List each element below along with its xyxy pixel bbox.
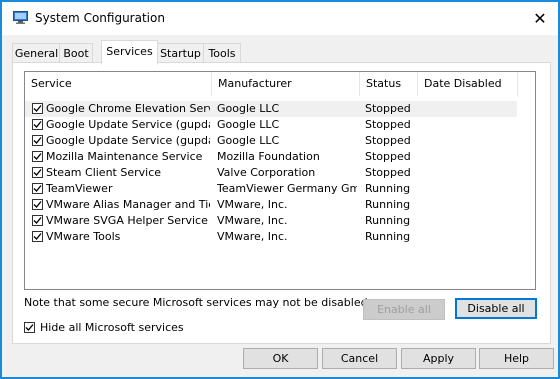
table-row[interactable]: Google Update Service (gupdate) Google L… [25,117,517,133]
checkmark-icon [33,201,42,208]
tab-boot[interactable]: Boot [59,43,93,63]
tab-strip: General Boot Services Startup Tools [12,40,552,65]
table-row[interactable]: VMware Alias Manager and Ticke... VMware… [25,197,517,213]
table-row[interactable]: TeamViewer TeamViewer Germany GmbH Runni… [25,181,517,197]
column-header-service[interactable]: Service [25,72,212,96]
service-name: TeamViewer [46,182,113,195]
service-name: Google Update Service (gupdate) [46,118,210,131]
table-row[interactable]: Mozilla Maintenance Service Mozilla Foun… [25,149,517,165]
service-status: Running [365,182,411,195]
tab-startup[interactable]: Startup [156,43,205,63]
list-header: Service Manufacturer Status Date Disable… [25,72,535,96]
service-date-disabled [423,149,513,165]
services-list[interactable]: Service Manufacturer Status Date Disable… [24,71,536,290]
service-status: Stopped [365,150,411,163]
service-name: Google Update Service (gupdatem) [46,134,210,147]
tab-general[interactable]: General [12,43,61,63]
service-date-disabled [423,181,513,197]
table-row[interactable]: Steam Client Service Valve Corporation S… [25,165,517,181]
service-manufacturer: Google LLC [217,118,280,131]
disable-all-button[interactable]: Disable all [455,298,537,319]
checkmark-icon [33,121,42,128]
cancel-button[interactable]: Cancel [322,348,397,369]
service-checkbox[interactable] [32,151,43,162]
service-checkbox[interactable] [32,103,43,114]
service-name: VMware Alias Manager and Ticke... [46,198,210,211]
service-date-disabled [423,133,513,149]
column-header-status[interactable]: Status [360,72,418,96]
service-date-disabled [423,213,513,229]
close-icon[interactable]: ✕ [528,6,552,30]
title-bar[interactable]: System Configuration ✕ [2,2,558,35]
column-header-manufacturer[interactable]: Manufacturer [212,72,360,96]
service-manufacturer: Valve Corporation [217,166,316,179]
service-status: Stopped [365,102,411,115]
service-checkbox[interactable] [32,183,43,194]
service-checkbox[interactable] [32,135,43,146]
table-row[interactable]: Google Update Service (gupdatem) Google … [25,133,517,149]
service-date-disabled [423,229,513,245]
checkmark-icon [25,324,34,331]
system-configuration-icon [13,11,28,24]
service-manufacturer: Mozilla Foundation [217,150,320,163]
table-row[interactable]: Google Chrome Elevation Servic... Google… [25,101,517,117]
service-manufacturer: TeamViewer Germany GmbH [217,182,357,195]
secure-services-note: Note that some secure Microsoft services… [24,296,372,309]
service-date-disabled [423,197,513,213]
table-row[interactable]: VMware Tools VMware, Inc. Running [25,229,517,245]
service-checkbox[interactable] [32,119,43,130]
checkmark-icon [33,233,42,240]
service-status: Stopped [365,118,411,131]
service-name: Mozilla Maintenance Service [46,150,203,163]
system-configuration-window: System Configuration ✕ General Boot Serv… [0,0,560,379]
service-manufacturer: VMware, Inc. [217,230,288,243]
ok-button[interactable]: OK [243,348,318,369]
service-checkbox[interactable] [32,199,43,210]
service-status: Running [365,230,411,243]
service-status: Stopped [365,166,411,179]
service-status: Stopped [365,134,411,147]
service-status: Running [365,214,411,227]
table-row[interactable]: VMware SVGA Helper Service VMware, Inc. … [25,213,517,229]
tab-services[interactable]: Services [101,40,158,65]
service-status: Running [365,198,411,211]
service-manufacturer: VMware, Inc. [217,198,288,211]
hide-microsoft-services-label: Hide all Microsoft services [40,321,184,334]
hide-microsoft-services-checkbox[interactable] [24,322,35,333]
checkmark-icon [33,185,42,192]
checkmark-icon [33,137,42,144]
service-name: VMware Tools [46,230,121,243]
help-button[interactable]: Help [479,348,554,369]
services-panel: Service Manufacturer Status Date Disable… [12,62,551,344]
service-date-disabled [423,117,513,133]
column-header-date-disabled[interactable]: Date Disabled [418,72,518,96]
service-name: VMware SVGA Helper Service [46,214,208,227]
checkmark-icon [33,169,42,176]
checkmark-icon [33,153,42,160]
service-manufacturer: Google LLC [217,134,280,147]
service-manufacturer: VMware, Inc. [217,214,288,227]
service-date-disabled [423,165,513,181]
checkmark-icon [33,217,42,224]
service-checkbox[interactable] [32,167,43,178]
service-checkbox[interactable] [32,215,43,226]
apply-button[interactable]: Apply [401,348,476,369]
window-title: System Configuration [35,11,165,25]
service-checkbox[interactable] [32,231,43,242]
service-date-disabled [423,101,513,117]
service-name: Steam Client Service [46,166,162,179]
tab-tools[interactable]: Tools [203,43,241,63]
checkmark-icon [33,105,42,112]
enable-all-button[interactable]: Enable all [363,299,445,320]
service-name: Google Chrome Elevation Servic... [46,102,210,115]
service-manufacturer: Google LLC [217,102,280,115]
